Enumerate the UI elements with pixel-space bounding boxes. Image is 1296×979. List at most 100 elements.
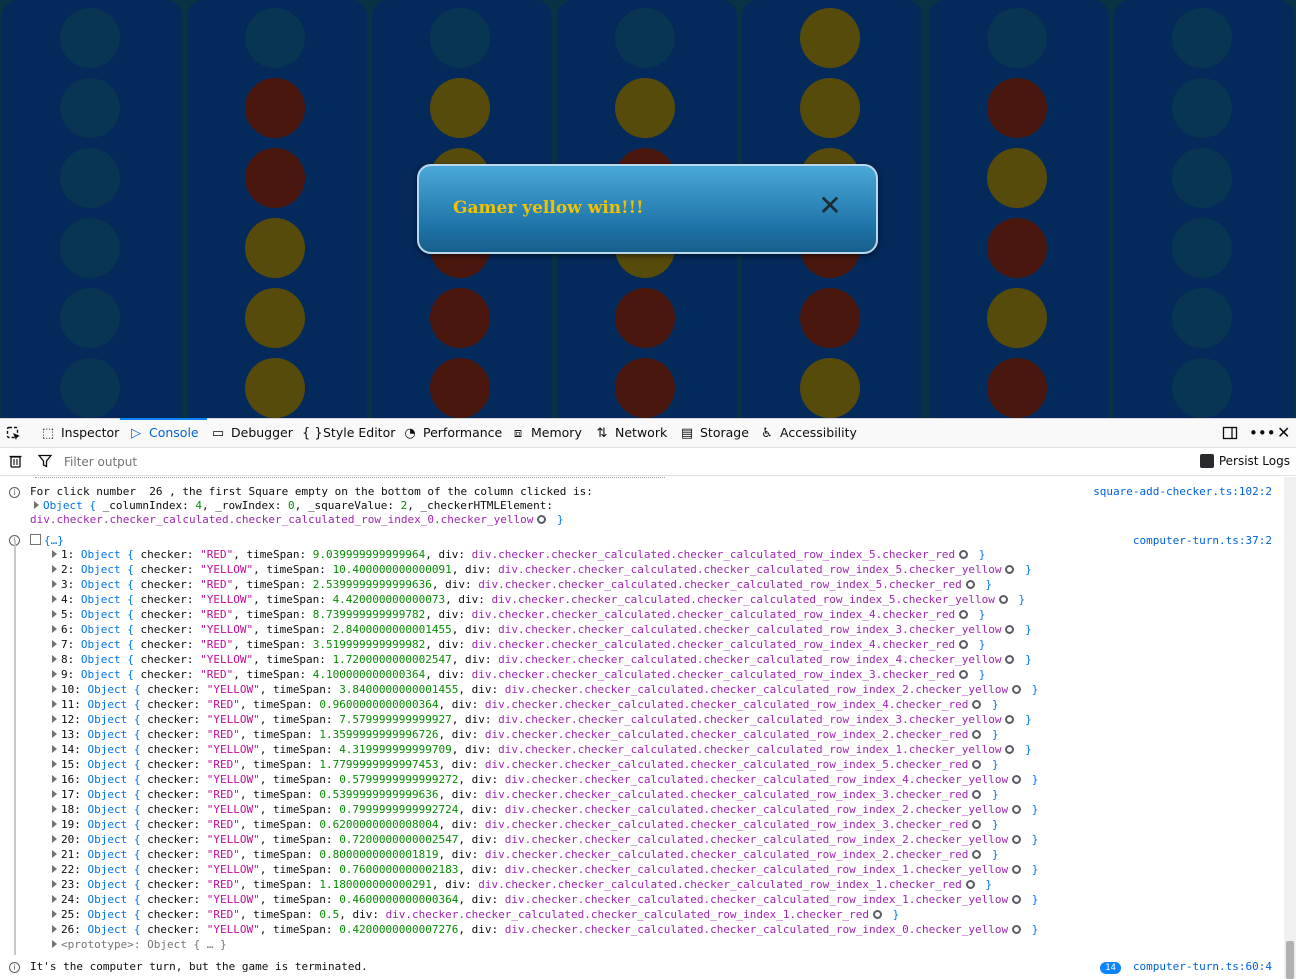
inspect-node-icon[interactable] xyxy=(1005,745,1015,754)
element-picker-icon[interactable] xyxy=(6,426,22,442)
expand-arrow-icon[interactable] xyxy=(52,565,57,573)
more-options-icon[interactable]: ••• xyxy=(1249,419,1276,447)
object-entry[interactable]: 25: Object { checker: "RED", timeSpan: 0… xyxy=(52,907,899,922)
expand-arrow-icon[interactable] xyxy=(52,610,57,618)
tab-memory[interactable]: ⧈ Memory xyxy=(510,419,582,447)
expand-arrow-icon[interactable] xyxy=(52,775,57,783)
object-entry[interactable]: 6: Object { checker: "YELLOW", timeSpan:… xyxy=(52,622,1032,637)
object-entry[interactable]: 22: Object { checker: "YELLOW", timeSpan… xyxy=(52,862,1038,877)
object-preview[interactable]: Object { _columnIndex: 4, _rowIndex: 0, … xyxy=(34,499,553,512)
expand-arrow-icon[interactable] xyxy=(52,700,57,708)
inspect-node-icon[interactable] xyxy=(1012,895,1022,904)
expand-arrow-icon[interactable] xyxy=(52,835,57,843)
object-entry[interactable]: 4: Object { checker: "YELLOW", timeSpan:… xyxy=(52,592,1025,607)
expand-arrow-icon[interactable] xyxy=(52,880,57,888)
scrollbar-thumb[interactable] xyxy=(1286,941,1294,979)
console-scrollbar[interactable] xyxy=(1284,477,1296,979)
object-entry[interactable]: 13: Object { checker: "RED", timeSpan: 1… xyxy=(52,727,999,742)
object-entry[interactable]: 17: Object { checker: "RED", timeSpan: 0… xyxy=(52,787,999,802)
group-header[interactable]: {…} xyxy=(30,534,64,547)
object-entry[interactable]: 20: Object { checker: "YELLOW", timeSpan… xyxy=(52,832,1038,847)
inspect-node-icon[interactable] xyxy=(1012,865,1022,874)
inspect-node-icon[interactable] xyxy=(1012,775,1022,784)
object-entry[interactable]: 16: Object { checker: "YELLOW", timeSpan… xyxy=(52,772,1038,787)
inspect-node-icon[interactable] xyxy=(1012,685,1022,694)
expand-arrow-icon[interactable] xyxy=(52,550,57,558)
tab-console[interactable]: ▷ Console xyxy=(120,418,207,447)
expand-arrow-icon[interactable] xyxy=(52,760,57,768)
inspect-node-icon[interactable] xyxy=(972,850,982,859)
object-entry[interactable]: 2: Object { checker: "YELLOW", timeSpan:… xyxy=(52,562,1032,577)
inspect-node-icon[interactable] xyxy=(965,880,975,889)
tab-debugger[interactable]: ▭ Debugger xyxy=(210,419,293,447)
expand-arrow-icon[interactable] xyxy=(52,790,57,798)
object-entry[interactable]: 19: Object { checker: "RED", timeSpan: 0… xyxy=(52,817,999,832)
expand-arrow-icon[interactable] xyxy=(52,580,57,588)
inspect-node-icon[interactable] xyxy=(959,670,969,679)
log-source-link[interactable]: computer-turn.ts:37:2 xyxy=(1133,534,1272,547)
object-entry[interactable]: 10: Object { checker: "YELLOW", timeSpan… xyxy=(52,682,1038,697)
inspect-node-icon[interactable] xyxy=(1005,565,1015,574)
object-entry[interactable]: 8: Object { checker: "YELLOW", timeSpan:… xyxy=(52,652,1032,667)
object-entry[interactable]: 23: Object { checker: "RED", timeSpan: 1… xyxy=(52,877,992,892)
inspect-node-icon[interactable] xyxy=(959,550,969,559)
close-devtools-icon[interactable]: ✕ xyxy=(1277,419,1290,447)
inspect-node-icon[interactable] xyxy=(972,760,982,769)
expand-arrow-icon[interactable] xyxy=(52,670,57,678)
inspect-node-icon[interactable] xyxy=(972,730,982,739)
inspect-node-icon[interactable] xyxy=(1012,835,1022,844)
expand-arrow-icon[interactable] xyxy=(52,640,57,648)
trash-icon[interactable] xyxy=(9,454,22,468)
inspect-node-icon[interactable] xyxy=(1012,925,1022,934)
object-entry[interactable]: 21: Object { checker: "RED", timeSpan: 0… xyxy=(52,847,999,862)
inspect-node-icon[interactable] xyxy=(873,910,883,919)
inspect-node-icon[interactable] xyxy=(972,700,982,709)
object-entry[interactable]: 14: Object { checker: "YELLOW", timeSpan… xyxy=(52,742,1032,757)
expand-arrow-icon[interactable] xyxy=(52,820,57,828)
inspect-node-icon[interactable] xyxy=(1012,805,1022,814)
inspect-node-icon[interactable] xyxy=(1005,625,1015,634)
expand-arrow-icon[interactable] xyxy=(52,685,57,693)
object-entry[interactable]: 15: Object { checker: "RED", timeSpan: 1… xyxy=(52,757,999,772)
expand-arrow-icon[interactable] xyxy=(52,715,57,723)
expand-arrow-icon[interactable] xyxy=(52,745,57,753)
prototype-entry[interactable]: <prototype>: Object { … } xyxy=(52,937,227,952)
expand-arrow-icon[interactable] xyxy=(52,850,57,858)
filter-output-input[interactable] xyxy=(62,452,666,472)
inspect-node-icon[interactable] xyxy=(1005,655,1015,664)
object-entry[interactable]: 9: Object { checker: "RED", timeSpan: 4.… xyxy=(52,667,985,682)
object-entry[interactable]: 7: Object { checker: "RED", timeSpan: 3.… xyxy=(52,637,985,652)
object-entry[interactable]: 26: Object { checker: "YELLOW", timeSpan… xyxy=(52,922,1038,937)
tab-performance[interactable]: ◔ Performance xyxy=(402,419,502,447)
expand-arrow-icon[interactable] xyxy=(52,865,57,873)
inspect-node-icon[interactable] xyxy=(972,820,982,829)
tab-accessibility[interactable]: ♿ Accessibility xyxy=(759,419,857,447)
expand-arrow-icon[interactable] xyxy=(34,501,39,509)
expand-arrow-icon[interactable] xyxy=(52,940,57,948)
object-entry[interactable]: 5: Object { checker: "RED", timeSpan: 8.… xyxy=(52,607,985,622)
log-source-link[interactable]: computer-turn.ts:60:4 xyxy=(1133,960,1272,973)
inspect-node-icon[interactable] xyxy=(965,580,975,589)
expand-arrow-icon[interactable] xyxy=(52,625,57,633)
tab-network[interactable]: ⇅ Network xyxy=(594,419,668,447)
expand-arrow-icon[interactable] xyxy=(52,805,57,813)
checkbox-icon[interactable] xyxy=(1199,454,1214,468)
close-icon[interactable]: ✕ xyxy=(817,192,843,220)
tab-inspector[interactable]: ⬚ Inspector xyxy=(40,419,119,447)
inspect-node-icon[interactable] xyxy=(959,640,969,649)
object-entry[interactable]: 18: Object { checker: "YELLOW", timeSpan… xyxy=(52,802,1038,817)
expand-arrow-icon[interactable] xyxy=(52,595,57,603)
inspect-node-icon[interactable] xyxy=(1005,715,1015,724)
expand-arrow-icon[interactable] xyxy=(52,730,57,738)
expand-arrow-icon[interactable] xyxy=(52,655,57,663)
persist-logs-checkbox[interactable]: Persist Logs xyxy=(1199,454,1290,468)
object-entry[interactable]: 3: Object { checker: "RED", timeSpan: 2.… xyxy=(52,577,992,592)
inspect-node-icon[interactable] xyxy=(537,515,547,524)
object-entry[interactable]: 24: Object { checker: "YELLOW", timeSpan… xyxy=(52,892,1038,907)
filter-icon[interactable] xyxy=(38,454,52,468)
expand-arrow-icon[interactable] xyxy=(52,925,57,933)
expand-arrow-icon[interactable] xyxy=(52,895,57,903)
dock-side-icon[interactable] xyxy=(1222,419,1238,447)
inspect-node-icon[interactable] xyxy=(959,610,969,619)
expand-arrow-icon[interactable] xyxy=(52,910,57,918)
